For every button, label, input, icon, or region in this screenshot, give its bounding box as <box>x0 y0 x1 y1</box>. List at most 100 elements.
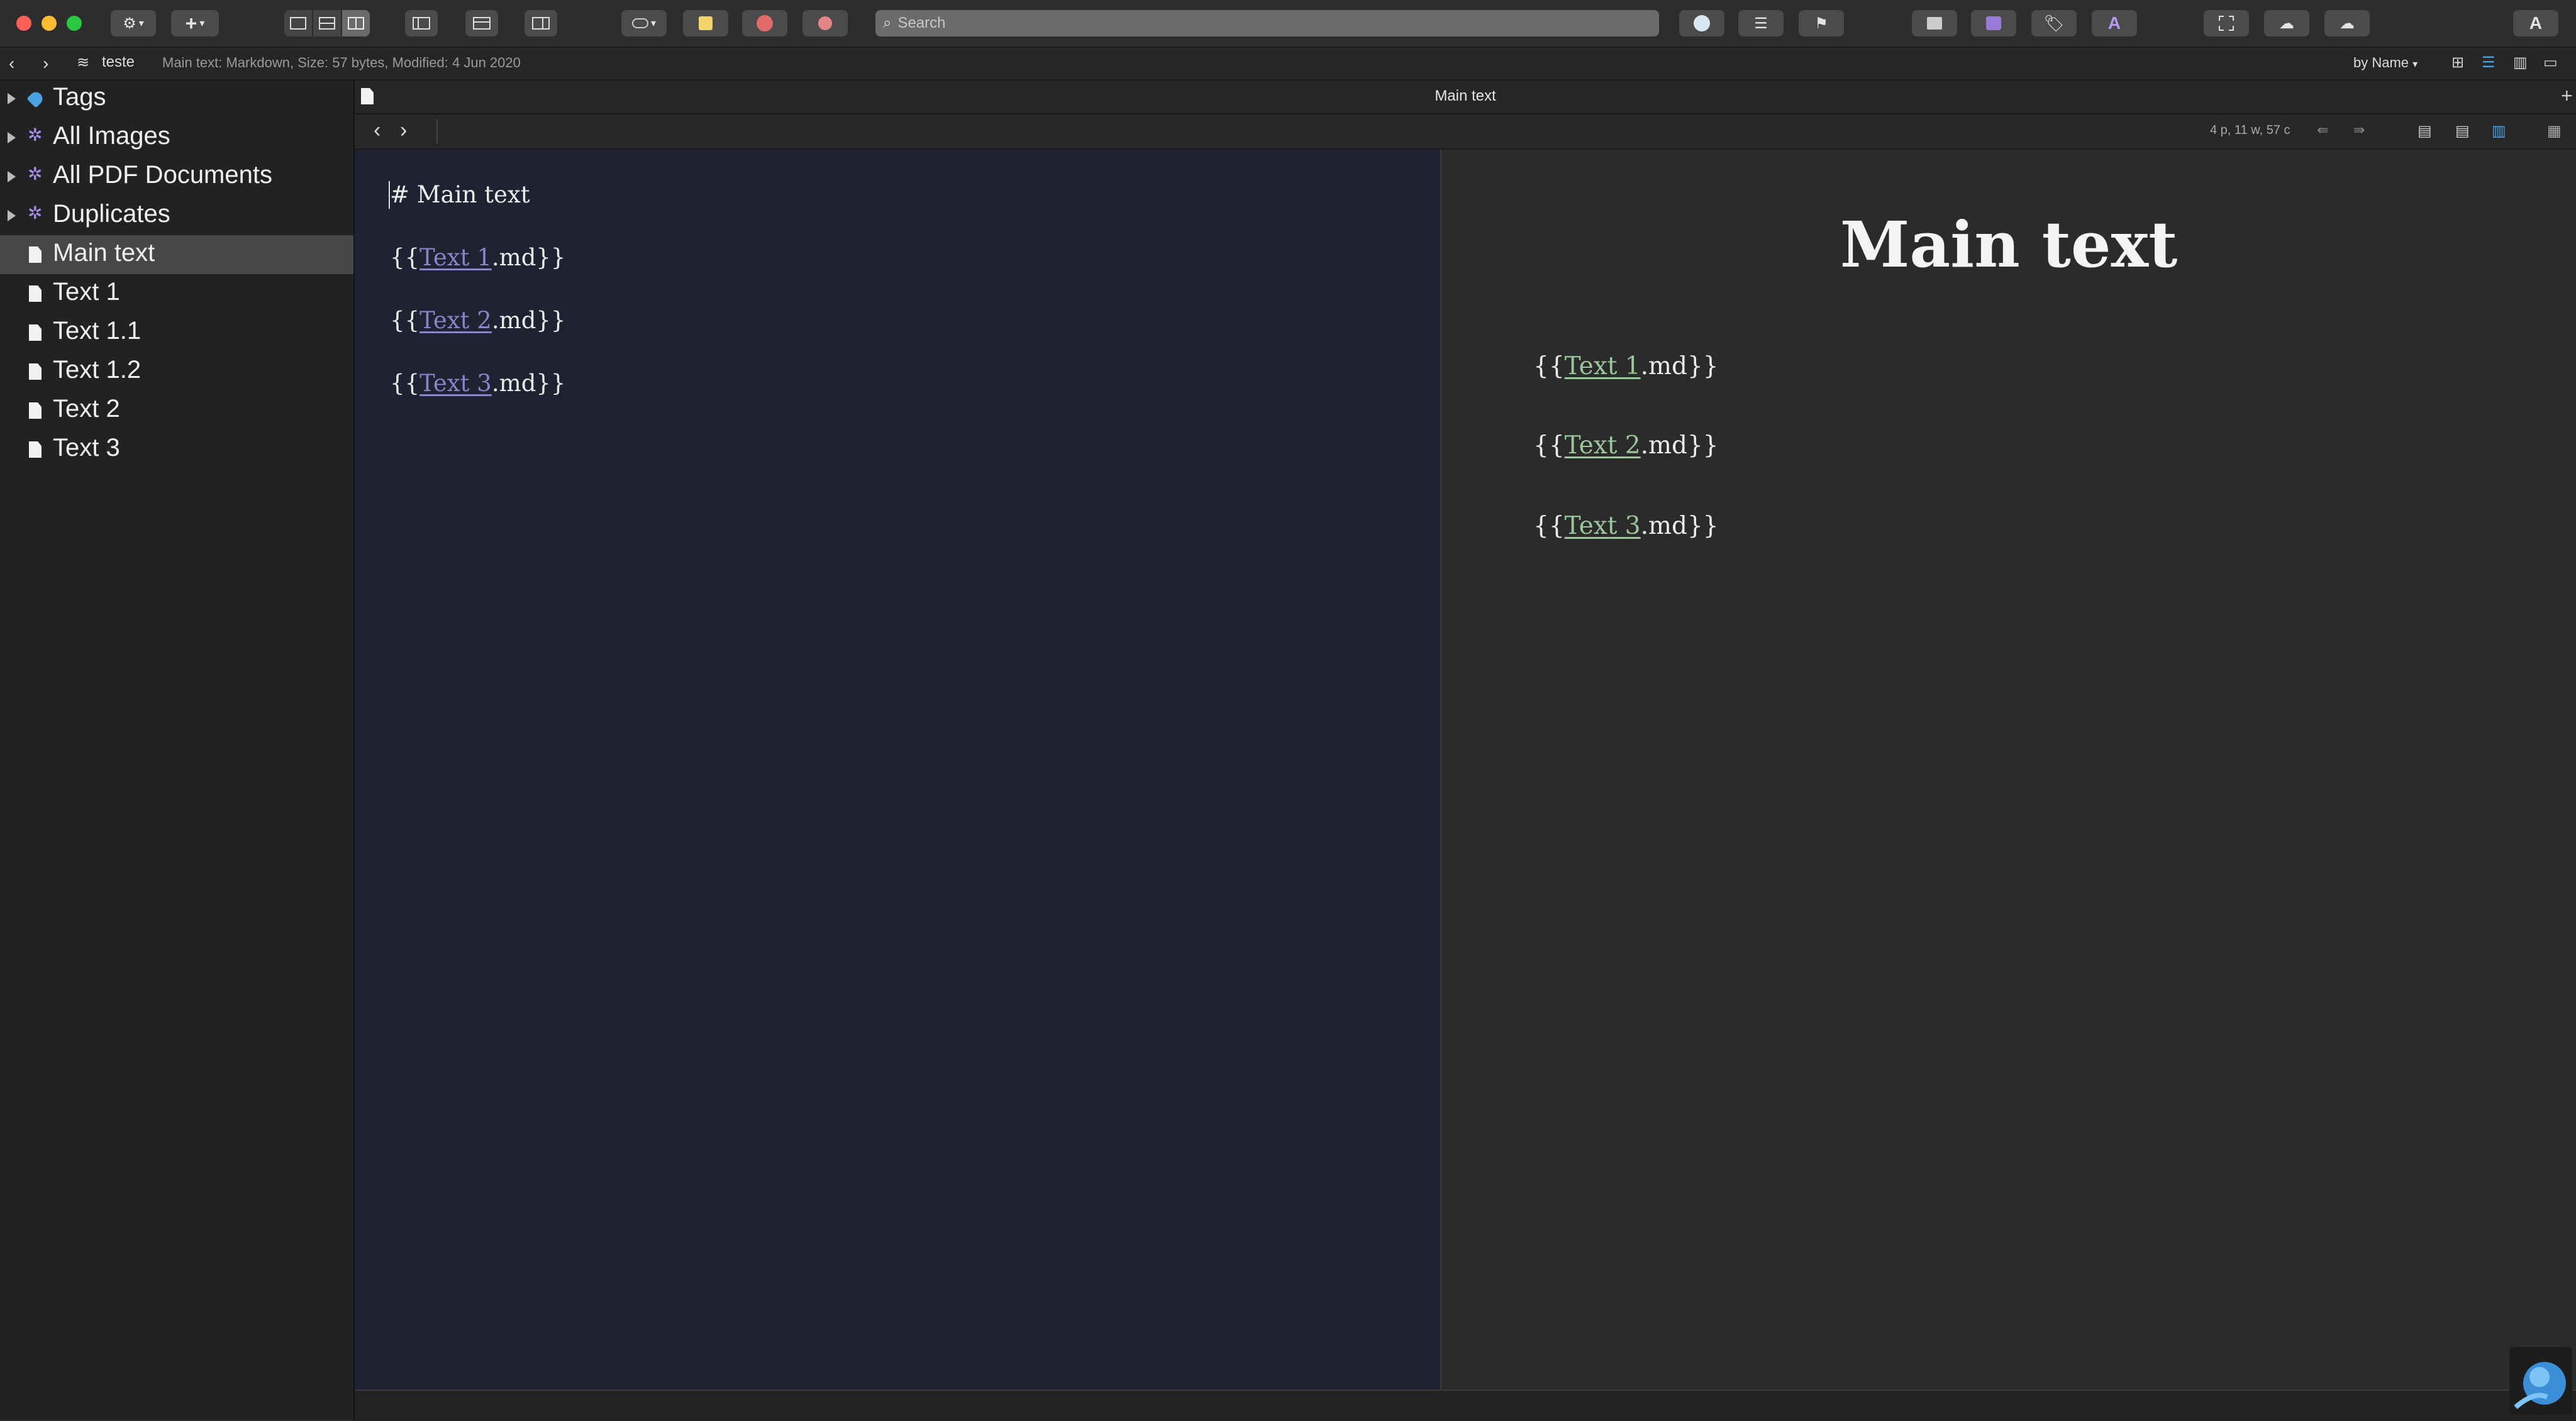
preview-link-text-2[interactable]: Text 2 <box>1565 431 1641 460</box>
disclosure-triangle-icon[interactable] <box>8 171 16 182</box>
sort-label: by Name <box>2353 55 2409 70</box>
editor-line: {{Text 2.md}} <box>390 307 565 334</box>
panel-bottom-icon <box>473 17 491 30</box>
disclosure-triangle-icon[interactable] <box>8 210 16 221</box>
tag-icon <box>26 89 45 108</box>
sidebar-item-tags[interactable]: Tags <box>0 79 353 118</box>
forward-icon[interactable]: › <box>43 53 48 74</box>
sidebar-icon <box>413 17 430 30</box>
preview-line: {{Text 2.md}} <box>1533 431 1719 460</box>
divider <box>436 119 438 143</box>
activity-widget[interactable] <box>2509 1347 2572 1415</box>
document-icon <box>29 246 42 263</box>
back-icon[interactable]: ‹ <box>9 53 14 74</box>
smart-group-icon: ✲ <box>28 203 43 223</box>
sort-menu[interactable]: by Name ▾ <box>2353 55 2418 71</box>
wiki-link-text-1[interactable]: Text 1 <box>419 244 492 271</box>
format-bar-icon[interactable]: ▦ <box>2547 122 2562 140</box>
sidebar-item-text-3[interactable]: Text 3 <box>0 430 353 469</box>
summarize-button[interactable]: ☰ <box>1738 10 1784 36</box>
audio-capture-button[interactable] <box>802 10 848 36</box>
database-name[interactable]: teste <box>102 53 135 71</box>
link-forward-icon[interactable]: ⇛ <box>2353 122 2365 138</box>
wiki-link-text-2[interactable]: Text 2 <box>419 307 492 334</box>
share-button[interactable]: A <box>2513 10 2558 36</box>
toggle-inspector-button[interactable] <box>525 10 557 36</box>
sidebar-item-text-1-1[interactable]: Text 1.1 <box>0 313 353 352</box>
sidebar-item-all-pdf-documents[interactable]: ✲ All PDF Documents <box>0 157 353 196</box>
column-view-button[interactable] <box>342 10 370 36</box>
list-view-button[interactable] <box>313 10 342 36</box>
minimize-window-button[interactable] <box>42 16 57 31</box>
sidebar-item-label: Text 1 <box>53 278 120 306</box>
sidebar-item-duplicates[interactable]: ✲ Duplicates <box>0 196 353 235</box>
icon-view-button[interactable] <box>284 10 313 36</box>
flag-button[interactable]: ⚑ <box>1799 10 1844 36</box>
preview-link-text-1[interactable]: Text 1 <box>1565 352 1641 380</box>
sidebar-item-all-images[interactable]: ✲ All Images <box>0 118 353 157</box>
action-menu-button[interactable]: ⚙ ▾ <box>111 10 156 36</box>
archive-icon <box>1927 17 1942 30</box>
new-item-menu-button[interactable]: + ▾ <box>171 10 219 36</box>
cloud-upload-icon: ☁ <box>2279 14 2294 32</box>
sidebar-item-label: Text 2 <box>53 395 120 423</box>
tab-main-text[interactable]: Main text <box>355 87 2576 105</box>
forward-icon[interactable]: › <box>400 118 407 143</box>
chevron-down-icon: ▾ <box>2412 59 2418 70</box>
markdown-editor[interactable]: # Main text {{Text 1.md}} {{Text 2.md}} … <box>355 150 1441 1390</box>
tag-button[interactable]: 🏷 <box>2031 10 2077 36</box>
wiki-link-text-3[interactable]: Text 3 <box>419 370 492 397</box>
link-back-icon[interactable]: ⇚ <box>2317 122 2328 138</box>
sidebar-item-label: All PDF Documents <box>53 161 272 189</box>
close-window-button[interactable] <box>16 16 31 31</box>
editor-text: .md}} <box>491 307 566 334</box>
cover-flow-icon[interactable]: ▭ <box>2543 53 2558 72</box>
preview-line: {{Text 1.md}} <box>1533 352 1719 380</box>
sidebar-item-text-1-2[interactable]: Text 1.2 <box>0 352 353 391</box>
sidebar-item-label: Duplicates <box>53 200 170 228</box>
font-button[interactable]: A <box>2092 10 2137 36</box>
split-view-icon[interactable]: ▥ <box>2492 122 2506 140</box>
preview-text: {{ <box>1533 352 1565 380</box>
share-icon: A <box>2529 13 2543 33</box>
sidebar-item-label: Tags <box>53 83 106 111</box>
view-icon <box>290 17 306 30</box>
column-view-icon[interactable]: ▥ <box>2513 53 2528 72</box>
grid-view-icon[interactable]: ⊞ <box>2451 53 2464 72</box>
capture-menu-button[interactable]: ▾ <box>621 10 667 36</box>
view-split-horizontal-icon <box>319 17 335 30</box>
upload-button[interactable]: ☁ <box>2264 10 2309 36</box>
color-button[interactable] <box>1679 10 1724 36</box>
download-button[interactable]: ☁ <box>2324 10 2370 36</box>
search-field[interactable]: ⌕ <box>875 10 1659 36</box>
group-button[interactable] <box>1971 10 2016 36</box>
markdown-preview: Main text {{Text 1.md}} {{Text 2.md}} {{… <box>1441 150 2576 1390</box>
search-input[interactable] <box>896 14 1623 33</box>
record-button[interactable] <box>742 10 787 36</box>
back-icon[interactable]: ‹ <box>374 118 380 143</box>
search-icon: ⌕ <box>883 14 892 31</box>
sidebar-item-main-text[interactable]: Main text <box>0 235 353 274</box>
toggle-sidebar-button[interactable] <box>405 10 438 36</box>
full-screen-button[interactable] <box>2204 10 2249 36</box>
preview-link-text-3[interactable]: Text 3 <box>1565 512 1641 540</box>
editor-heading-line: # Main text <box>390 181 530 208</box>
archive-button[interactable] <box>1912 10 1957 36</box>
sidebar-item-text-2[interactable]: Text 2 <box>0 391 353 430</box>
preview-line: {{Text 3.md}} <box>1533 512 1719 540</box>
preview-text: .md}} <box>1640 431 1719 460</box>
preview-view-icon[interactable]: ▤ <box>2455 122 2470 140</box>
disclosure-triangle-icon[interactable] <box>8 132 16 143</box>
sidebar-item-label: All Images <box>53 122 170 150</box>
list-view-icon[interactable]: ☰ <box>2482 53 2496 72</box>
app-icon <box>2514 1362 2566 1410</box>
sidebar-item-text-1[interactable]: Text 1 <box>0 274 353 313</box>
source-view-icon[interactable]: ▤ <box>2418 122 2432 140</box>
sticky-note-button[interactable] <box>683 10 728 36</box>
preview-text: .md}} <box>1640 512 1719 540</box>
zoom-window-button[interactable] <box>67 16 82 31</box>
new-tab-icon[interactable]: + <box>2561 84 2573 108</box>
toggle-document-view-button[interactable] <box>465 10 498 36</box>
disclosure-triangle-icon[interactable] <box>8 93 16 104</box>
database-icon: ≋ <box>77 54 90 71</box>
